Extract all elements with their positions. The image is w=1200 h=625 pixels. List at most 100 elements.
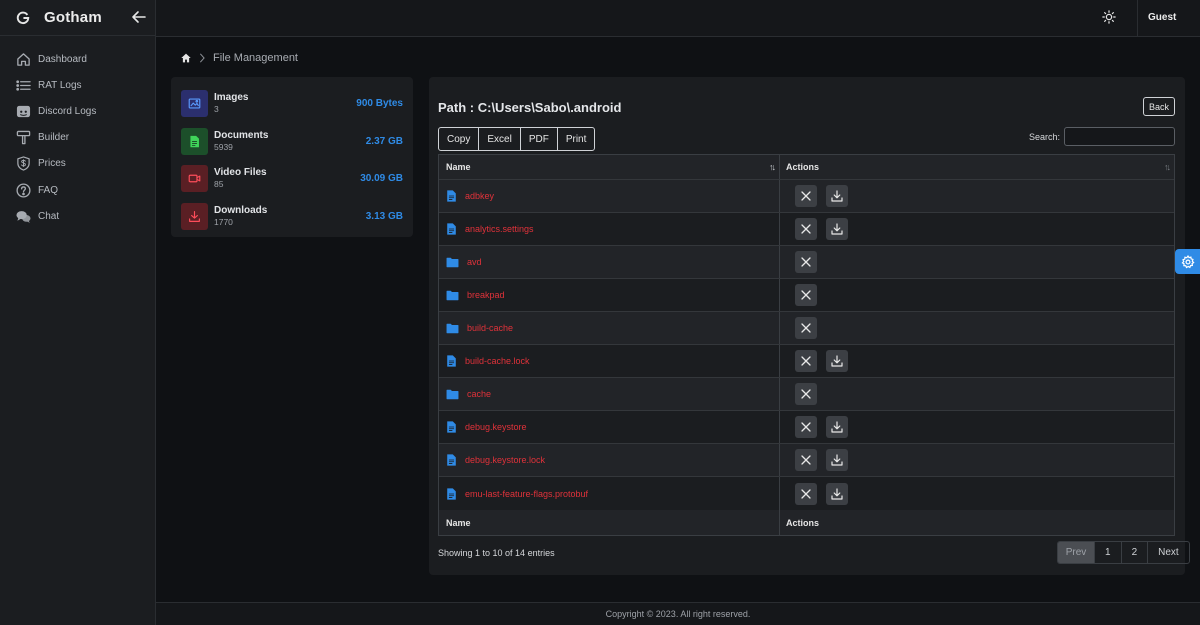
stat-downloads[interactable]: Downloads 1770 3.13 GB bbox=[181, 198, 403, 236]
sidebar-item-dashboard[interactable]: Dashboard bbox=[0, 46, 155, 72]
stat-count: 5939 bbox=[214, 141, 233, 152]
sidebar-item-rat-logs[interactable]: RAT Logs bbox=[0, 72, 155, 98]
cell-actions bbox=[780, 279, 1174, 311]
folder-link[interactable]: build-cache bbox=[467, 323, 513, 333]
hammer-icon bbox=[16, 130, 31, 145]
gotham-logo-icon bbox=[16, 11, 30, 24]
delete-button[interactable] bbox=[795, 317, 817, 339]
download-button[interactable] bbox=[826, 449, 848, 471]
stat-icon-box bbox=[181, 127, 208, 155]
delete-button[interactable] bbox=[795, 449, 817, 471]
file-icon bbox=[447, 190, 456, 202]
cell-name: breakpad bbox=[439, 279, 780, 311]
column-header-label: Actions bbox=[786, 162, 820, 172]
download-icon bbox=[831, 421, 843, 433]
breadcrumb: File Management bbox=[181, 52, 298, 64]
close-icon bbox=[801, 224, 811, 234]
page-2-button[interactable]: 2 bbox=[1122, 542, 1149, 563]
sidebar-item-discord-logs[interactable]: Discord Logs bbox=[0, 98, 155, 124]
file-link[interactable]: analytics.settings bbox=[465, 224, 534, 234]
close-icon bbox=[801, 290, 811, 300]
table-row: adbkey bbox=[439, 180, 1174, 213]
file-browser-card: Path : C:\Users\Sabo\.android Back Copy … bbox=[429, 77, 1190, 575]
sidebar-item-label: RAT Logs bbox=[38, 79, 82, 91]
column-header-name[interactable]: Name ↑↓ bbox=[439, 155, 780, 179]
cell-actions bbox=[780, 345, 1174, 377]
copy-button[interactable]: Copy bbox=[439, 128, 480, 150]
stat-icon-box bbox=[181, 165, 208, 193]
close-icon bbox=[801, 257, 811, 267]
stat-images[interactable]: Images 3 900 Bytes bbox=[181, 85, 403, 123]
close-icon bbox=[801, 323, 811, 333]
column-header-label: Name bbox=[446, 162, 471, 172]
delete-button[interactable] bbox=[795, 383, 817, 405]
file-link[interactable]: debug.keystore bbox=[465, 422, 527, 432]
folder-link[interactable]: avd bbox=[467, 257, 482, 267]
page-1-button[interactable]: 1 bbox=[1095, 542, 1122, 563]
stat-icon-box bbox=[181, 90, 208, 118]
download-button[interactable] bbox=[826, 218, 848, 240]
cell-name: emu-last-feature-flags.protobuf bbox=[439, 477, 780, 510]
download-button[interactable] bbox=[826, 350, 848, 372]
sidebar-item-label: FAQ bbox=[38, 184, 59, 196]
stat-count: 3 bbox=[214, 104, 219, 115]
cell-name: debug.keystore bbox=[439, 411, 780, 443]
close-icon bbox=[801, 488, 811, 499]
delete-button[interactable] bbox=[795, 218, 817, 240]
file-icon bbox=[447, 223, 456, 235]
download-icon bbox=[189, 210, 200, 222]
chevron-right-icon bbox=[199, 53, 205, 63]
folder-icon bbox=[446, 389, 459, 399]
stat-label: Downloads bbox=[214, 204, 268, 216]
delete-button[interactable] bbox=[795, 416, 817, 438]
sidebar-item-faq[interactable]: FAQ bbox=[0, 177, 155, 203]
stat-video-files[interactable]: Video Files 85 30.09 GB bbox=[181, 160, 403, 198]
download-button[interactable] bbox=[826, 416, 848, 438]
stat-size: 900 Bytes bbox=[356, 98, 403, 110]
gear-icon bbox=[1181, 254, 1195, 268]
sun-icon[interactable] bbox=[1102, 10, 1116, 24]
download-icon bbox=[831, 355, 843, 367]
folder-icon bbox=[446, 323, 459, 333]
prev-page-button[interactable]: Prev bbox=[1058, 542, 1095, 563]
search-input[interactable] bbox=[1064, 127, 1175, 146]
file-link[interactable]: adbkey bbox=[465, 191, 494, 201]
sidebar-item-chat[interactable]: Chat bbox=[0, 203, 155, 229]
close-icon bbox=[801, 455, 811, 465]
download-icon bbox=[831, 223, 843, 235]
cell-actions bbox=[780, 444, 1174, 476]
back-button[interactable]: Back bbox=[1143, 97, 1175, 116]
settings-toggle[interactable] bbox=[1175, 249, 1200, 274]
file-link[interactable]: build-cache.lock bbox=[465, 356, 530, 366]
sidebar-item-label: Prices bbox=[38, 158, 66, 170]
delete-button[interactable] bbox=[795, 251, 817, 273]
cell-name: avd bbox=[439, 246, 780, 278]
folder-link[interactable]: cache bbox=[467, 389, 491, 399]
excel-button[interactable]: Excel bbox=[479, 128, 521, 150]
file-link[interactable]: emu-last-feature-flags.protobuf bbox=[465, 489, 588, 499]
pdf-button[interactable]: PDF bbox=[521, 128, 558, 150]
stat-label: Images bbox=[214, 92, 249, 104]
delete-button[interactable] bbox=[795, 284, 817, 306]
folder-icon bbox=[446, 290, 459, 300]
sidebar-item-prices[interactable]: Prices bbox=[0, 151, 155, 177]
file-link[interactable]: debug.keystore.lock bbox=[465, 455, 545, 465]
sidebar-item-builder[interactable]: Builder bbox=[0, 125, 155, 151]
delete-button[interactable] bbox=[795, 482, 817, 505]
home-icon[interactable] bbox=[181, 53, 191, 63]
download-button[interactable] bbox=[826, 482, 848, 505]
arrow-left-icon[interactable] bbox=[131, 9, 147, 25]
user-menu[interactable]: Guest bbox=[1148, 12, 1176, 23]
download-button[interactable] bbox=[826, 185, 848, 207]
folder-link[interactable]: breakpad bbox=[467, 290, 505, 300]
column-header-actions[interactable]: Actions ↑↓ bbox=[780, 155, 1174, 179]
file-icon bbox=[447, 355, 456, 367]
table-row: avd bbox=[439, 246, 1174, 279]
stat-documents[interactable]: Documents 5939 2.37 GB bbox=[181, 123, 403, 161]
delete-button[interactable] bbox=[795, 185, 817, 207]
print-button[interactable]: Print bbox=[558, 128, 595, 150]
delete-button[interactable] bbox=[795, 350, 817, 372]
next-page-button[interactable]: Next bbox=[1148, 542, 1189, 563]
sort-icon: ↑↓ bbox=[1164, 162, 1171, 172]
cell-name: build-cache.lock bbox=[439, 345, 780, 377]
